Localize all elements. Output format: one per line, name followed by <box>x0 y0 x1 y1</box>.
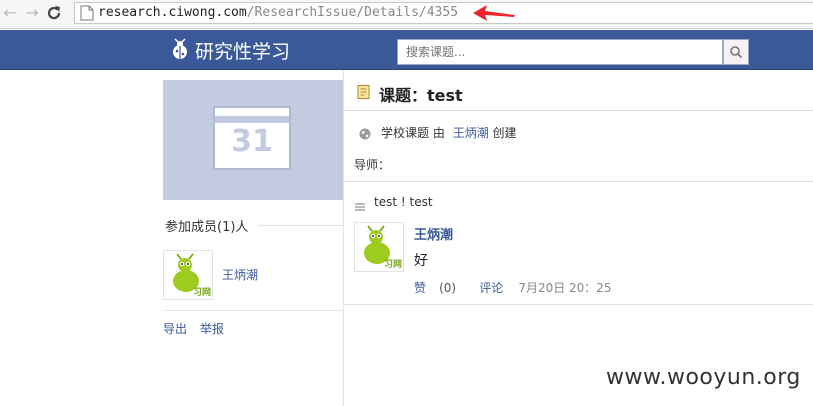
logo-text: 研究性学习 <box>195 40 291 63</box>
like-link[interactable]: 赞 <box>414 281 426 295</box>
search-button[interactable] <box>723 39 749 65</box>
svg-text:习网: 习网 <box>193 287 211 298</box>
search-icon <box>730 46 743 59</box>
members-heading: 参加成员(1)人 <box>165 220 249 235</box>
export-link[interactable]: 导出 <box>163 320 187 337</box>
divider <box>163 310 343 311</box>
globe-icon <box>358 126 372 140</box>
search-input[interactable] <box>397 39 723 65</box>
calendar-icon: 31 <box>213 106 291 170</box>
member-avatar[interactable]: 习网 <box>163 250 213 300</box>
mentor-label: 导师： <box>354 158 391 172</box>
divider <box>344 181 813 182</box>
divider <box>344 110 813 111</box>
url-host: research.ciwong.com <box>98 5 247 20</box>
post-timestamp: 7月20日 20：25 <box>518 281 612 295</box>
topic-type: 学校课题 <box>381 126 430 140</box>
member-name[interactable]: 王炳潮 <box>222 266 258 283</box>
like-count: (0) <box>439 281 457 295</box>
list-icon <box>355 197 365 211</box>
reload-icon[interactable] <box>44 3 64 23</box>
creator-link[interactable]: 王炳潮 <box>453 126 489 140</box>
watermark: www.wooyun.org <box>606 365 801 390</box>
post-body: 好 <box>414 253 428 269</box>
svg-text:习网: 习网 <box>384 259 402 270</box>
topic-title: 课题：test <box>379 86 463 105</box>
section-text: test ! test <box>374 195 433 209</box>
note-icon <box>356 84 372 100</box>
divider <box>344 304 813 305</box>
meta-action: 创建 <box>492 126 517 140</box>
mascot-avatar-icon: 习网 <box>173 253 211 298</box>
report-link[interactable]: 举报 <box>200 320 224 337</box>
forward-icon[interactable]: → <box>22 2 42 24</box>
back-icon[interactable]: ← <box>0 2 20 24</box>
url-text[interactable]: research.ciwong.com/ResearchIssue/Detail… <box>98 4 458 22</box>
column-divider <box>343 70 344 406</box>
ladybug-logo-icon <box>173 38 187 59</box>
page-icon <box>80 5 94 21</box>
url-path: /ResearchIssue/Details/4355 <box>246 5 459 20</box>
calendar-day: 31 <box>231 124 273 159</box>
mascot-avatar-icon: 习网 <box>364 225 402 270</box>
comment-link[interactable]: 评论 <box>479 281 503 295</box>
post-actions: 赞 (0) 评论 7月20日 20：25 <box>414 277 612 296</box>
site-logo[interactable]: 研究性学习 <box>168 35 290 65</box>
post-author[interactable]: 王炳潮 <box>414 224 453 243</box>
meta-by: 由 <box>432 126 445 140</box>
topic-meta: 学校课题 由 王炳潮 创建 <box>381 124 517 141</box>
annotation-arrow-icon <box>470 3 518 23</box>
post-author-avatar[interactable]: 习网 <box>354 222 404 272</box>
divider <box>258 225 343 226</box>
